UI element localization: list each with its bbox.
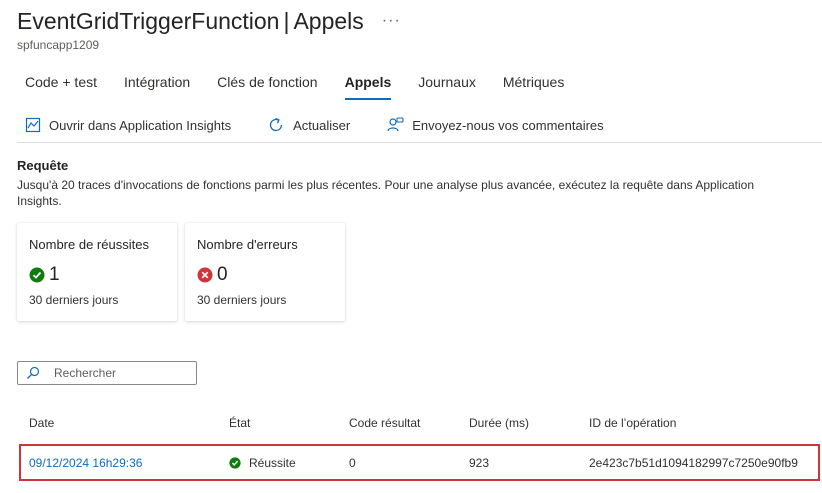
chart-icon [25, 117, 41, 133]
feedback-label: Envoyez-nous vos commentaires [412, 117, 604, 133]
column-header-date[interactable]: Date [29, 416, 54, 430]
success-card-title: Nombre de réussites [29, 237, 149, 252]
success-card-period: 30 derniers jours [29, 293, 119, 307]
error-card-value-row: 0 [197, 264, 228, 286]
page-title: EventGridTriggerFunction [17, 8, 280, 34]
error-card-period: 30 derniers jours [197, 293, 287, 307]
feedback-icon [387, 117, 404, 132]
tab-bar: Code + test Intégration Clés de fonction… [17, 72, 583, 100]
success-count: 1 [49, 264, 60, 285]
refresh-button[interactable]: Actualiser [259, 114, 350, 136]
column-header-result-code[interactable]: Code résultat [349, 416, 420, 430]
invocation-result-code: 0 [349, 456, 356, 470]
page-section-title: Appels [293, 8, 364, 34]
invocation-status: Réussite [229, 456, 296, 470]
tab-function-keys[interactable]: Clés de fonction [209, 72, 325, 100]
invocation-status-label: Réussite [249, 456, 296, 470]
success-count-card: Nombre de réussites 1 30 derniers jours [17, 223, 177, 321]
query-description: Jusqu'à 20 traces d'invocations de fonct… [17, 178, 755, 208]
column-header-duration[interactable]: Durée (ms) [469, 416, 529, 430]
invocation-operation-id: 2e423c7b51d1094182997c7250e90fb9 [589, 456, 798, 470]
error-card-title: Nombre d'erreurs [197, 237, 298, 252]
tab-logs[interactable]: Journaux [410, 72, 484, 100]
error-count: 0 [217, 264, 228, 285]
open-insights-button[interactable]: Ouvrir dans Application Insights [17, 114, 231, 136]
success-card-value-row: 1 [29, 264, 60, 286]
error-count-card: Nombre d'erreurs 0 30 derniers jours [185, 223, 345, 321]
tab-metrics[interactable]: Métriques [495, 72, 572, 100]
search-icon [27, 366, 40, 379]
invocation-date-link[interactable]: 09/12/2024 16h29:36 [29, 456, 142, 470]
resource-subtitle: spfuncapp1209 [17, 38, 100, 52]
tab-code-test[interactable]: Code + test [17, 72, 105, 100]
page-header: EventGridTriggerFunction | Appels ··· [17, 8, 401, 35]
search-box[interactable] [17, 361, 197, 385]
query-section-title: Requête [17, 158, 69, 173]
open-insights-label: Ouvrir dans Application Insights [49, 117, 232, 133]
invocation-duration: 923 [469, 456, 490, 470]
command-bar: Ouvrir dans Application Insights Actuali… [17, 114, 822, 143]
tab-integration[interactable]: Intégration [116, 72, 198, 100]
column-header-status[interactable]: État [229, 416, 250, 430]
column-header-operation-id[interactable]: ID de l’opération [589, 416, 676, 430]
title-separator: | [283, 8, 290, 34]
search-input[interactable] [54, 366, 184, 380]
refresh-label: Actualiser [293, 117, 351, 133]
success-status-icon [229, 457, 241, 469]
check-circle-icon [29, 267, 45, 283]
refresh-icon [269, 117, 283, 132]
more-options-button[interactable]: ··· [382, 12, 401, 30]
feedback-button[interactable]: Envoyez-nous vos commentaires [378, 114, 604, 136]
error-circle-icon [197, 267, 213, 283]
tab-invocations[interactable]: Appels [337, 72, 400, 100]
